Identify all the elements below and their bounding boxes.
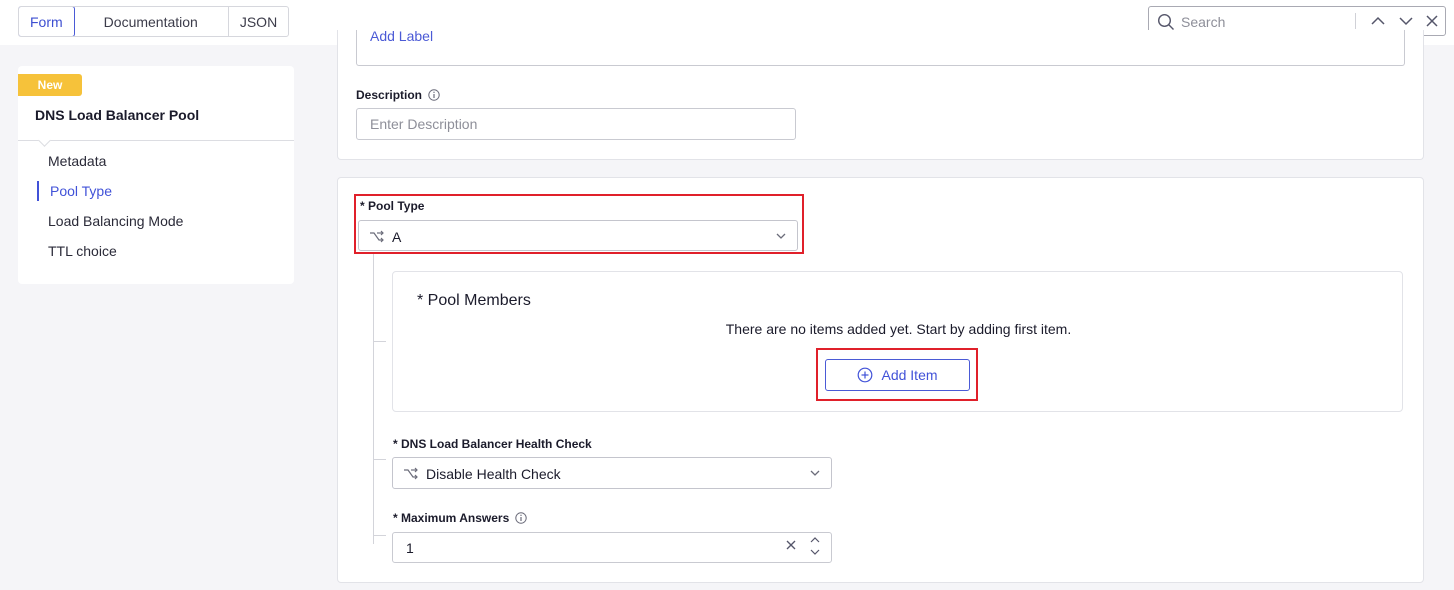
search-divider (1355, 13, 1356, 29)
description-label: Description (356, 88, 423, 102)
tab-documentation[interactable]: Documentation (74, 7, 229, 36)
chevron-up-icon[interactable] (1369, 12, 1387, 30)
info-icon[interactable] (428, 89, 440, 101)
nav-active-indicator (37, 181, 39, 201)
chevron-down-icon (810, 470, 820, 476)
nav-item-ttl-choice[interactable]: TTL choice (48, 243, 117, 259)
tab-json[interactable]: JSON (229, 7, 288, 36)
search-icon (1157, 13, 1174, 30)
max-answers-input[interactable] (392, 532, 832, 563)
stepper-icon[interactable] (809, 535, 821, 557)
description-label-row: Description (356, 88, 440, 102)
max-answers-label-row: * Maximum Answers (393, 511, 527, 525)
add-label-link[interactable]: Add Label (370, 30, 433, 44)
nav-notch (38, 134, 51, 147)
nav-item-metadata[interactable]: Metadata (48, 153, 106, 169)
clear-icon[interactable] (785, 539, 797, 551)
health-check-label: * DNS Load Balancer Health Check (393, 437, 592, 451)
pool-members-empty-text: There are no items added yet. Start by a… (725, 321, 1072, 337)
tree-branch (373, 535, 386, 536)
info-icon[interactable] (515, 512, 527, 524)
highlight-pool-type (354, 194, 804, 254)
chevron-down-icon[interactable] (1397, 12, 1415, 30)
health-check-label-row: * DNS Load Balancer Health Check (393, 437, 592, 451)
nav-item-pool-type[interactable]: Pool Type (50, 183, 112, 199)
nav-title: DNS Load Balancer Pool (35, 107, 200, 123)
pool-members-title: * Pool Members (417, 292, 531, 309)
tree-branch (373, 341, 386, 342)
search-input[interactable] (1181, 12, 1351, 32)
labels-field[interactable]: Add Label (356, 30, 1405, 66)
tree-branch (373, 459, 386, 460)
nav-divider (18, 140, 294, 141)
health-check-select[interactable]: Disable Health Check (392, 457, 832, 489)
description-input[interactable] (356, 108, 796, 140)
health-check-value: Disable Health Check (426, 466, 561, 482)
highlight-add-item (816, 348, 978, 401)
section-nav: New DNS Load Balancer Pool Metadata Pool… (18, 66, 294, 284)
new-badge: New (18, 74, 82, 96)
tab-form[interactable]: Form (19, 7, 75, 36)
close-icon[interactable] (1423, 12, 1441, 30)
view-tabs: Form Documentation JSON (18, 6, 290, 37)
nav-item-load-balancing-mode[interactable]: Load Balancing Mode (48, 213, 183, 229)
max-answers-label: * Maximum Answers (393, 511, 510, 525)
choice-icon (404, 467, 418, 480)
tree-connector (373, 254, 374, 544)
